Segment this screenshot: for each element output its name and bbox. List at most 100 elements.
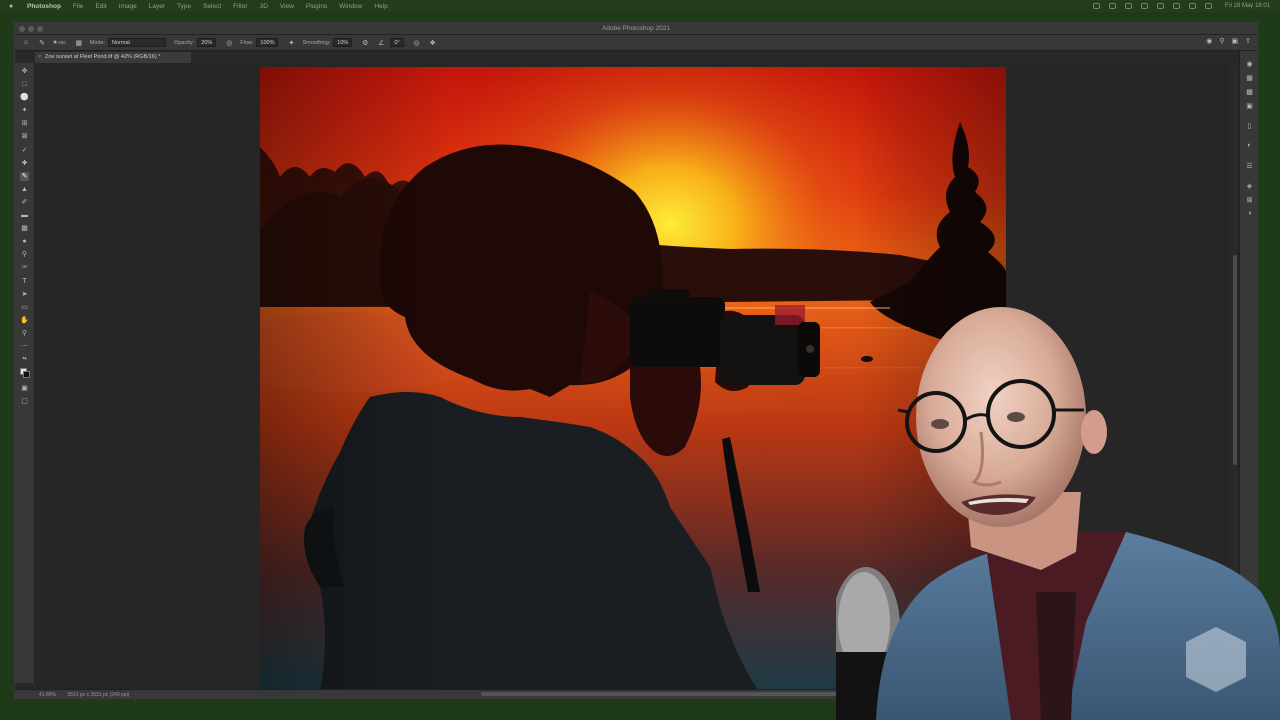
menu-filter[interactable]: Filter	[233, 3, 247, 10]
home-icon[interactable]: ⌂	[21, 38, 31, 48]
background-color-swatch[interactable]	[23, 371, 30, 379]
lasso-icon[interactable]: ⚪	[20, 93, 29, 102]
window-title: Adobe Photoshop 2021	[602, 25, 670, 32]
menu-image[interactable]: Image	[119, 3, 137, 10]
close-window-icon[interactable]	[19, 26, 25, 32]
menu-type[interactable]: Type	[177, 3, 191, 10]
flow-input[interactable]: 100%	[256, 38, 279, 47]
zoom-level[interactable]: 41.89%	[39, 692, 56, 698]
opacity-input[interactable]: 20%	[197, 38, 217, 47]
status-icon[interactable]	[1204, 3, 1212, 9]
pressure-opacity-icon[interactable]: ◎	[224, 38, 234, 48]
rectangle-icon[interactable]: ▭	[20, 303, 29, 312]
options-bar: ⌂ ✎ ● 250 ▦ Mode: Normal Opacity: 20% ◎ …	[15, 35, 1257, 51]
mode-control: Mode: Normal	[90, 38, 167, 47]
menu-window[interactable]: Window	[339, 3, 362, 10]
status-icon[interactable]	[1108, 3, 1116, 9]
layers-icon[interactable]: ◈	[1245, 181, 1254, 190]
blur-icon[interactable]: ●	[20, 237, 29, 246]
document-info[interactable]: 3531 px x 3531 px (240 ppi)	[67, 692, 129, 698]
close-tab-icon[interactable]: ×	[38, 52, 41, 63]
mode-select[interactable]: Normal	[108, 38, 167, 47]
learn-icon[interactable]: ◉	[1206, 37, 1212, 45]
menu-layer[interactable]: Layer	[149, 3, 165, 10]
document-tab-title: Zoe sunset at Fleet Pond.tif @ 42% (RGB/…	[45, 54, 161, 60]
flow-label: Flow:	[240, 39, 254, 46]
symmetry-icon[interactable]: ❖	[428, 38, 438, 48]
presenter-video	[836, 307, 1280, 720]
tools-panel: ✥ □ ⚪ ✦ ⊞ ⊠ ✓ ✚ ✎ ▲ ✐ ▬ ▩ ● ⚲ ✑ T ➤ ▭ ✋ …	[15, 63, 35, 683]
menu-file[interactable]: File	[73, 3, 83, 10]
swap-colors-icon[interactable]: ⇆	[20, 355, 29, 364]
search-icon[interactable]: ⚲	[1219, 37, 1224, 45]
pressure-size-icon[interactable]: ◎	[412, 38, 422, 48]
swatches-icon[interactable]: ▦	[1245, 73, 1254, 82]
frame-icon[interactable]: ⊠	[20, 132, 29, 141]
menubar-clock[interactable]: Fri 28 May 18:01	[1225, 3, 1270, 9]
adjustments-icon[interactable]: ◐	[1245, 141, 1254, 150]
smoothing-input[interactable]: 10%	[333, 38, 353, 47]
menubar-status-area: Fri 28 May 18:01	[1092, 0, 1270, 12]
status-icon[interactable]	[1172, 3, 1180, 9]
quick-select-icon[interactable]: ✦	[20, 106, 29, 115]
pen-icon[interactable]: ✑	[20, 263, 29, 272]
eraser-icon[interactable]: ▬	[20, 211, 29, 220]
properties-icon[interactable]: ☰	[1245, 161, 1254, 170]
gradients-icon[interactable]: ▩	[1245, 87, 1254, 96]
history-brush-icon[interactable]: ✐	[20, 198, 29, 207]
status-icon[interactable]	[1124, 3, 1132, 9]
menu-plugins[interactable]: Plugins	[306, 3, 327, 10]
hand-icon[interactable]: ✋	[20, 316, 29, 325]
brush-settings-icon[interactable]: ▦	[74, 38, 84, 48]
gradient-icon[interactable]: ▩	[20, 224, 29, 233]
quick-mask-icon[interactable]: ▣	[20, 384, 29, 393]
status-icon[interactable]	[1092, 3, 1100, 9]
move-icon[interactable]: ✥	[20, 67, 29, 76]
minimize-window-icon[interactable]	[28, 26, 34, 32]
brush-icon[interactable]: ✎	[20, 171, 29, 181]
screen-mode-icon[interactable]: ▢	[20, 397, 29, 406]
channels-icon[interactable]: ⊠	[1245, 195, 1254, 204]
zoom-window-icon[interactable]	[37, 26, 43, 32]
zoom-icon[interactable]: ⚲	[20, 329, 29, 338]
status-icon[interactable]	[1140, 3, 1148, 9]
dodge-icon[interactable]: ⚲	[20, 250, 29, 259]
share-icon[interactable]: ⇧	[1245, 37, 1251, 45]
patterns-icon[interactable]: ▣	[1245, 101, 1254, 110]
more-icon[interactable]: ⋯	[20, 342, 29, 351]
brush-tip-icon: ●	[53, 39, 58, 46]
marquee-icon[interactable]: □	[20, 80, 29, 89]
apple-menu-icon[interactable]: ●	[9, 3, 19, 10]
menu-edit[interactable]: Edit	[95, 3, 106, 10]
paths-icon[interactable]: ◑	[1245, 209, 1254, 218]
angle-icon: ∠	[378, 39, 385, 47]
menu-view[interactable]: View	[280, 3, 294, 10]
document-tab[interactable]: × Zoe sunset at Fleet Pond.tif @ 42% (RG…	[35, 52, 191, 63]
libraries-icon[interactable]: ▯	[1245, 121, 1254, 130]
opacity-label: Opacity:	[174, 39, 195, 46]
menu-help[interactable]: Help	[374, 3, 387, 10]
status-icon[interactable]	[1156, 3, 1164, 9]
crop-icon[interactable]: ⊞	[20, 119, 29, 128]
workspace-icon[interactable]: ▣	[1232, 37, 1239, 45]
horizontal-scrollbar-thumb[interactable]	[481, 692, 837, 696]
smoothing-control: Smoothing: 10%	[302, 38, 353, 47]
menu-select[interactable]: Select	[203, 3, 221, 10]
type-icon[interactable]: T	[20, 277, 29, 286]
angle-control: ∠ 0°	[376, 38, 404, 48]
airbrush-icon[interactable]: ✦	[286, 38, 296, 48]
menu-3d[interactable]: 3D	[260, 3, 268, 10]
macos-menubar: ● Photoshop File Edit Image Layer Type S…	[0, 0, 1280, 12]
brush-size-value: 250	[58, 40, 66, 45]
path-select-icon[interactable]: ➤	[20, 290, 29, 299]
menu-app-photoshop[interactable]: Photoshop	[27, 3, 61, 10]
angle-input[interactable]: 0°	[390, 38, 404, 47]
color-icon[interactable]: ◉	[1245, 59, 1254, 68]
healing-icon[interactable]: ✚	[20, 159, 29, 168]
clone-stamp-icon[interactable]: ▲	[20, 185, 29, 194]
status-icon[interactable]	[1188, 3, 1196, 9]
brush-size-picker[interactable]: ● 250	[53, 39, 66, 46]
eyedropper-icon[interactable]: ✓	[20, 146, 29, 155]
smoothing-settings-icon[interactable]: ⚙	[360, 38, 370, 48]
brush-preset-icon[interactable]: ✎	[37, 38, 47, 48]
